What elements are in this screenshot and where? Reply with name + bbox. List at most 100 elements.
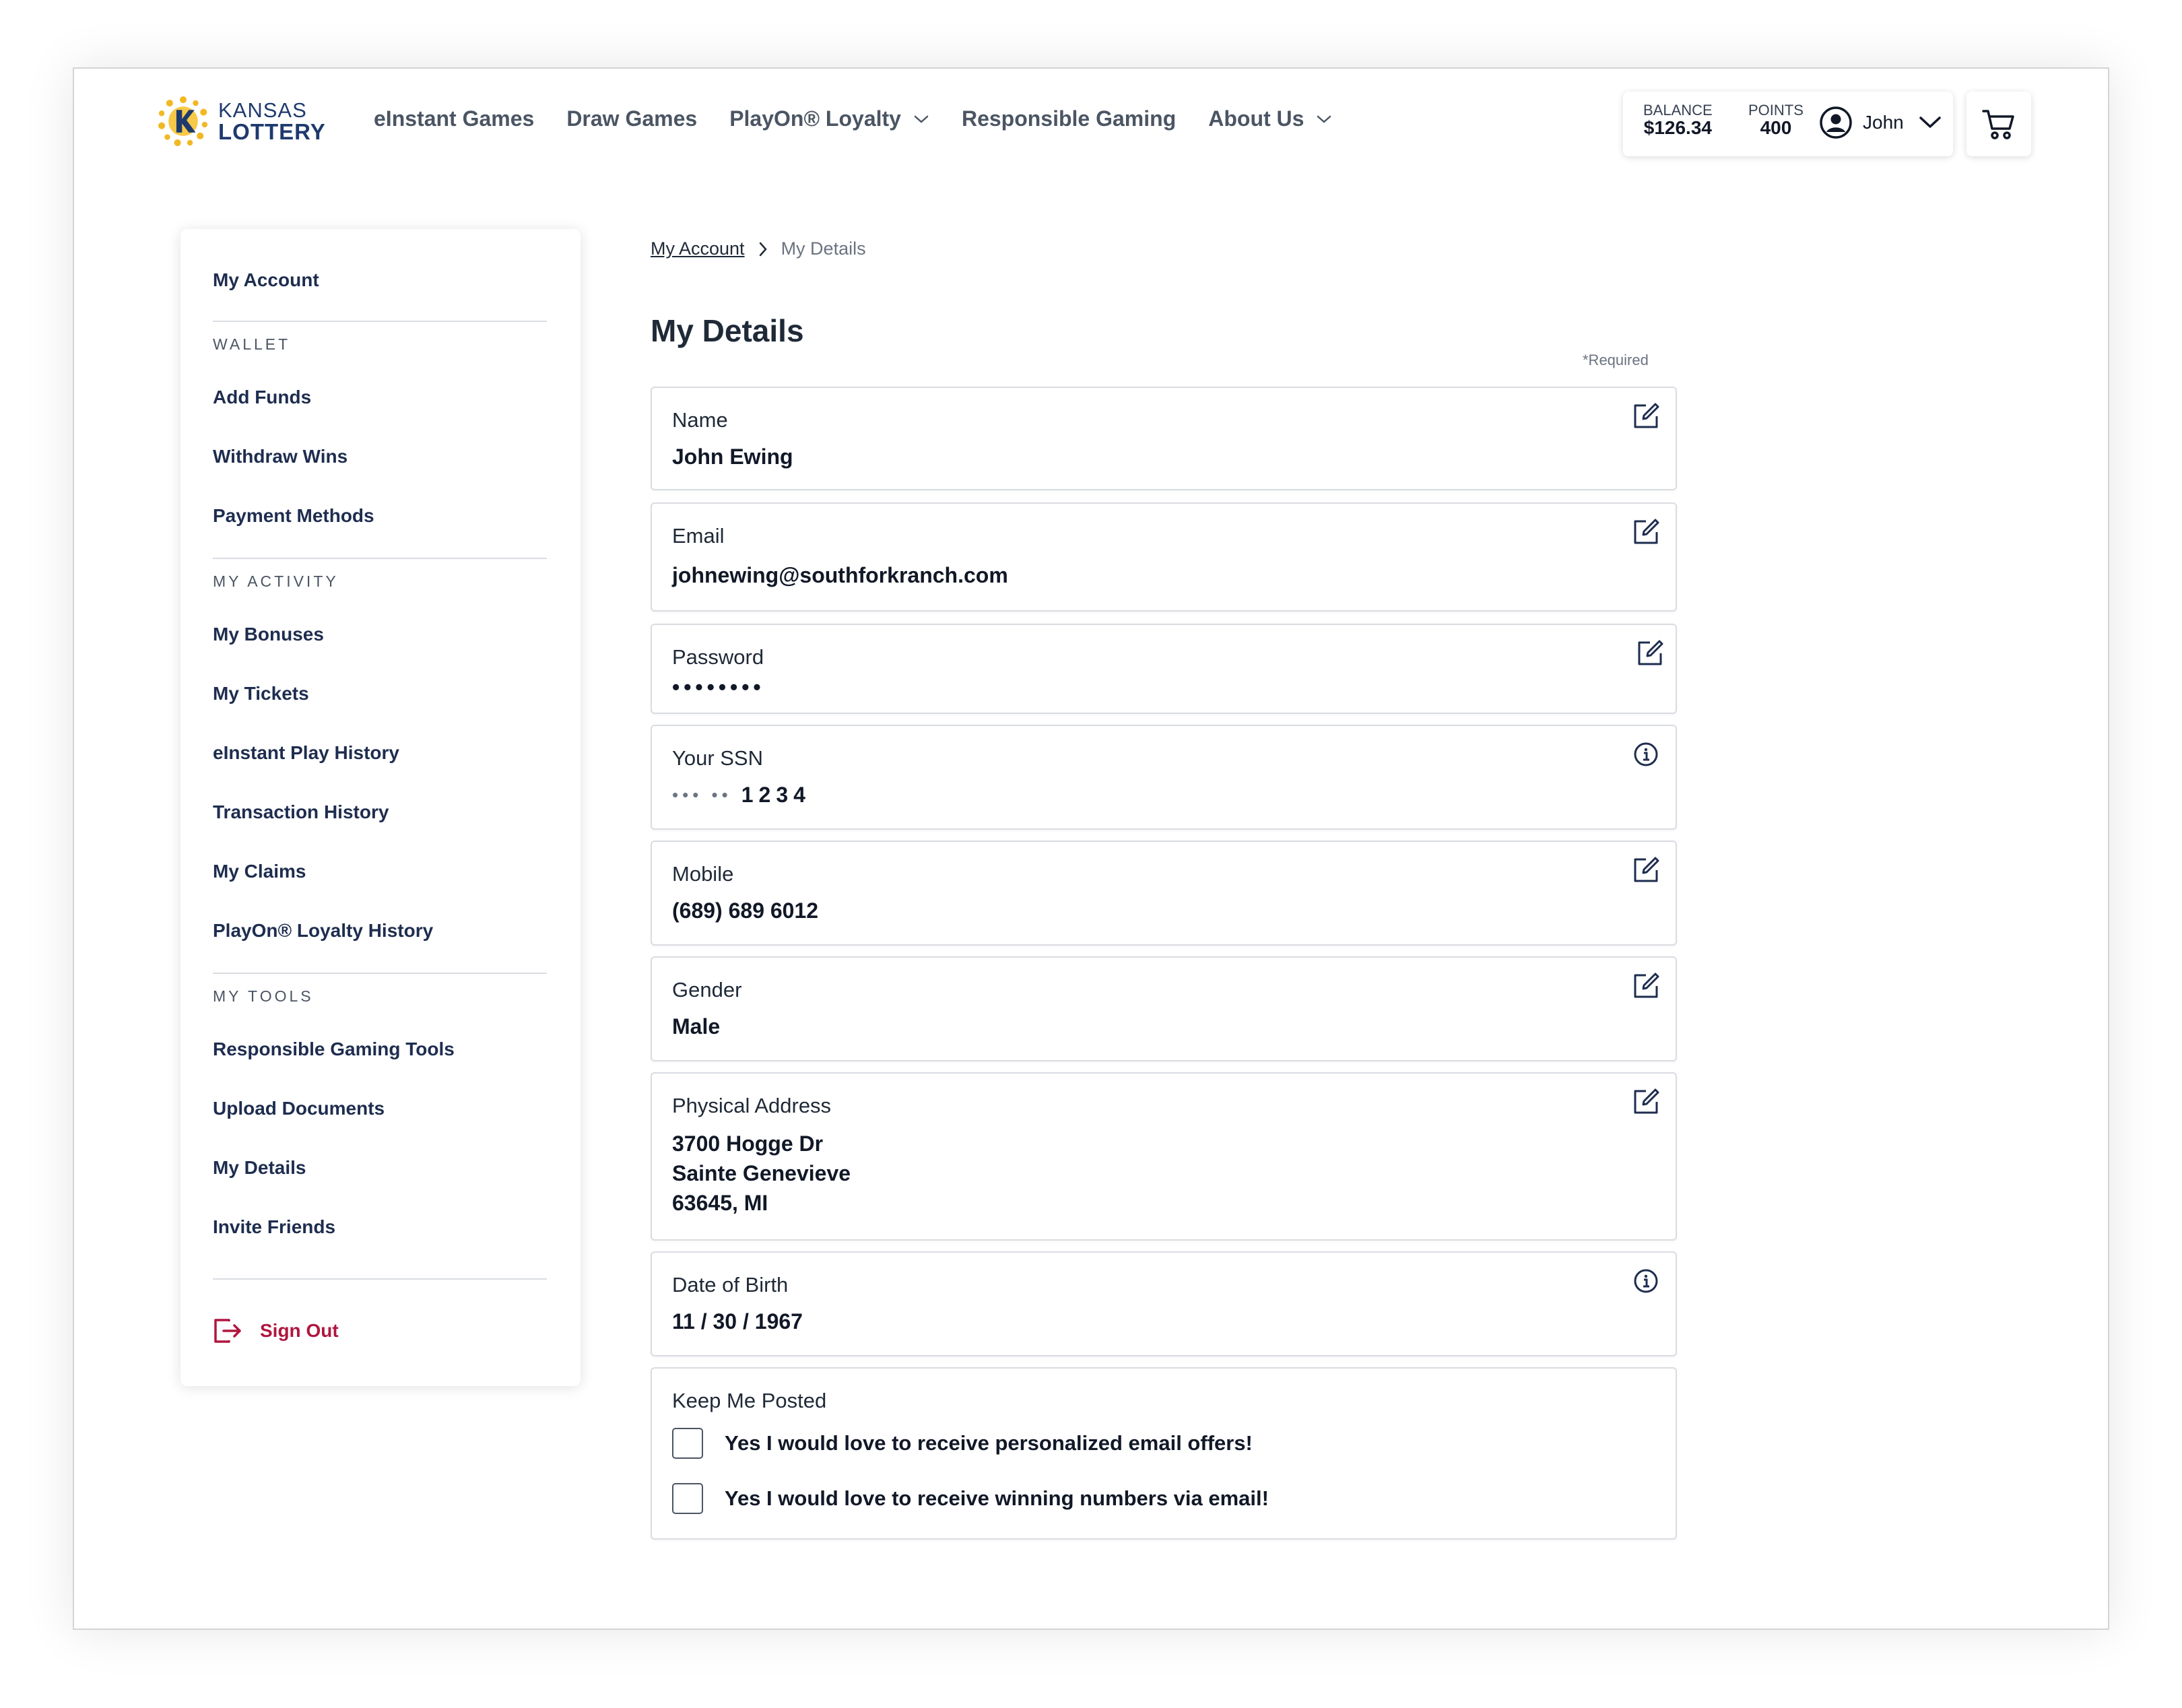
edit-icon[interactable] <box>1631 971 1661 1001</box>
checkbox-box[interactable] <box>672 1483 703 1514</box>
info-icon[interactable] <box>1631 740 1661 769</box>
edit-icon[interactable] <box>1631 855 1661 885</box>
nav-label: Draw Games <box>566 106 698 131</box>
sidebar-item-upload-documents[interactable]: Upload Documents <box>213 1098 385 1119</box>
breadcrumb-current: My Details <box>781 238 866 259</box>
nav-playon-loyalty[interactable]: PlayOn® Loyalty <box>729 106 929 131</box>
nav-draw-games[interactable]: Draw Games <box>566 106 697 131</box>
password-value: •••••••• <box>672 675 765 699</box>
account-summary: BALANCE $126.34 POINTS 400 John <box>1623 92 1953 156</box>
name-value: John Ewing <box>672 445 793 469</box>
dob-value: 11 / 30 / 1967 <box>672 1309 803 1334</box>
address-line-2: Sainte Genevieve <box>672 1161 851 1185</box>
nav-label: About Us <box>1208 106 1304 131</box>
nav-label: PlayOn® Loyalty <box>729 106 901 131</box>
chevron-right-icon <box>759 242 767 256</box>
sidebar-item-transaction-history[interactable]: Transaction History <box>213 801 389 823</box>
info-icon[interactable] <box>1631 1266 1661 1296</box>
sidebar-section-activity: MY ACTIVITY <box>213 572 339 590</box>
sidebar-section-wallet: WALLET <box>213 335 291 353</box>
sidebar-item-withdraw-wins[interactable]: Withdraw Wins <box>213 446 348 467</box>
ssn-field-card: Your SSN ••• •• 1234 <box>651 725 1677 830</box>
chevron-down-icon <box>1317 115 1331 123</box>
sidebar-item-responsible-gaming-tools[interactable]: Responsible Gaming Tools <box>213 1039 455 1060</box>
balance-label: BALANCE <box>1643 102 1713 119</box>
ssn-masked: ••• •• <box>672 785 732 805</box>
mobile-field-card: Mobile (689) 689 6012 <box>651 841 1677 946</box>
user-menu-button[interactable]: John <box>1818 105 1942 140</box>
sidebar-item-my-details[interactable]: My Details <box>213 1157 306 1179</box>
kansas-lottery-logo[interactable]: KANSAS LOTTERY <box>155 93 326 150</box>
sidebar-item-payment-methods[interactable]: Payment Methods <box>213 505 374 527</box>
nav-responsible-gaming[interactable]: Responsible Gaming <box>962 106 1176 131</box>
sign-out-button[interactable]: Sign Out <box>213 1317 339 1344</box>
ssn-label: Your SSN <box>672 746 763 770</box>
user-circle-icon <box>1820 106 1852 139</box>
sign-out-icon <box>214 1319 241 1343</box>
sidebar-heading[interactable]: My Account <box>213 269 319 291</box>
breadcrumb-my-account[interactable]: My Account <box>651 238 745 259</box>
email-label: Email <box>672 524 725 548</box>
logo-line-2: LOTTERY <box>218 119 326 144</box>
cart-icon <box>1982 110 2014 139</box>
nav-label: eInstant Games <box>374 106 535 131</box>
mobile-label: Mobile <box>672 862 734 886</box>
keep-posted-card: Keep Me Posted Yes I would love to recei… <box>651 1367 1677 1540</box>
address-label: Physical Address <box>672 1094 832 1117</box>
dob-field-card: Date of Birth 11 / 30 / 1967 <box>651 1251 1677 1356</box>
points-label: POINTS <box>1748 102 1804 119</box>
edit-icon[interactable] <box>1631 401 1661 431</box>
dob-label: Date of Birth <box>672 1273 789 1296</box>
gender-field-card: Gender Male <box>651 956 1677 1061</box>
balance-display: BALANCE $126.34 <box>1643 102 1713 139</box>
logo-line-1: KANSAS <box>218 98 307 122</box>
winning-numbers-checkbox[interactable]: Yes I would love to receive winning numb… <box>672 1483 1269 1514</box>
breadcrumb: My Account My Details <box>651 238 866 259</box>
password-label: Password <box>672 645 764 669</box>
main-nav: eInstant Games Draw Games PlayOn® Loyalt… <box>374 106 1332 131</box>
sidebar-item-einstant-play-history[interactable]: eInstant Play History <box>213 742 399 764</box>
sidebar-divider <box>213 321 547 322</box>
nav-about-us[interactable]: About Us <box>1208 106 1332 131</box>
name-field-card: Name John Ewing <box>651 387 1677 490</box>
chevron-down-icon <box>914 115 929 123</box>
sidebar-divider <box>213 973 547 974</box>
address-line-1: 3700 Hogge Dr <box>672 1131 824 1156</box>
cart-button[interactable] <box>1966 92 2031 156</box>
edit-icon[interactable] <box>1631 1087 1661 1117</box>
edit-icon[interactable] <box>1631 517 1661 547</box>
app-window: KANSAS LOTTERY eInstant Games Draw Games… <box>73 67 2109 1630</box>
sidebar-item-playon-loyalty-history[interactable]: PlayOn® Loyalty History <box>213 920 433 942</box>
winning-numbers-label: Yes I would love to receive winning numb… <box>725 1486 1269 1510</box>
sidebar-item-add-funds[interactable]: Add Funds <box>213 387 311 408</box>
page-title: My Details <box>651 313 804 348</box>
account-sidebar: My Account WALLET Add Funds Withdraw Win… <box>180 229 581 1386</box>
mobile-value: (689) 689 6012 <box>672 898 819 923</box>
ssn-last-four: 1234 <box>741 783 811 807</box>
sidebar-item-my-claims[interactable]: My Claims <box>213 861 306 882</box>
name-label: Name <box>672 408 728 432</box>
required-note: *Required <box>1583 352 1649 368</box>
sidebar-item-my-bonuses[interactable]: My Bonuses <box>213 624 324 645</box>
sign-out-label: Sign Out <box>260 1320 339 1341</box>
balance-value: $126.34 <box>1643 117 1712 139</box>
sidebar-item-invite-friends[interactable]: Invite Friends <box>213 1216 335 1238</box>
password-field-card: Password •••••••• <box>651 624 1677 714</box>
edit-icon[interactable] <box>1635 638 1665 668</box>
gender-value: Male <box>672 1014 721 1039</box>
email-value: johnewing@southforkranch.com <box>672 563 1008 587</box>
nav-einstant-games[interactable]: eInstant Games <box>374 106 534 131</box>
sidebar-item-my-tickets[interactable]: My Tickets <box>213 683 309 704</box>
ssn-value: ••• •• 1234 <box>672 783 811 808</box>
checkbox-box[interactable] <box>672 1428 703 1459</box>
email-field-card: Email johnewing@southforkranch.com <box>651 502 1677 612</box>
address-field-card: Physical Address 3700 Hogge Dr Sainte Ge… <box>651 1072 1677 1241</box>
sidebar-divider <box>213 1278 547 1280</box>
address-value: 3700 Hogge Dr Sainte Genevieve 63645, MI <box>672 1129 851 1218</box>
email-offers-label: Yes I would love to receive personalized… <box>725 1431 1253 1455</box>
points-display: POINTS 400 <box>1748 102 1804 138</box>
sidebar-section-tools: MY TOOLS <box>213 987 314 1005</box>
email-offers-checkbox[interactable]: Yes I would love to receive personalized… <box>672 1428 1253 1459</box>
keep-posted-label: Keep Me Posted <box>672 1389 827 1412</box>
gender-label: Gender <box>672 978 742 1001</box>
